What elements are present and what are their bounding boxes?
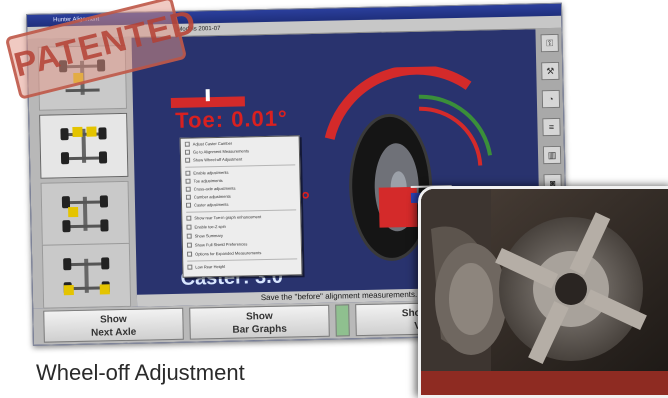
vehicle-thumbnail-2[interactable] — [39, 112, 129, 179]
button-label-line2: Bar Graphs — [232, 323, 288, 336]
vehicle-thumbnail-4[interactable] — [41, 242, 132, 309]
menu-item[interactable]: Cross-axle adjustments — [186, 184, 296, 192]
menu-item[interactable]: Go to Alignment Measurements — [185, 147, 295, 155]
menu-item[interactable]: Show Wheel-off Adjustment — [185, 155, 295, 163]
menu-separator — [185, 164, 296, 168]
menu-item[interactable]: Caster adjustments — [186, 200, 296, 208]
menu-item[interactable]: Camber adjustments — [186, 192, 296, 200]
list-icon[interactable]: ≡ — [542, 117, 561, 137]
menu-item[interactable]: Options for Expanded Measurements — [187, 249, 297, 257]
menu-item[interactable]: Adjust Caster Camber — [185, 139, 295, 147]
vehicle-icon — [60, 190, 111, 237]
menu-item[interactable]: Show Summary — [187, 231, 297, 239]
menu-item[interactable]: Low Rear Height — [187, 262, 297, 270]
toe-bar-marker — [205, 89, 210, 102]
wrench-icon[interactable]: ⚒ — [541, 61, 560, 81]
vehicle-thumbnail-3[interactable] — [40, 180, 130, 247]
chart-icon[interactable]: ▥ — [542, 145, 562, 165]
hub-photo-illustration — [421, 189, 668, 395]
gauge-icon[interactable]: ◔ — [541, 89, 561, 109]
toe-reading: Toe: 0.01° — [174, 105, 289, 133]
button-label-line2: Next Axle — [90, 326, 137, 339]
menu-item[interactable]: Show Full Shield Preferences — [187, 240, 297, 248]
menu-separator — [186, 209, 297, 213]
vehicle-icon — [58, 122, 109, 169]
show-bar-graphs-button[interactable]: Show Bar Graphs — [189, 304, 330, 340]
wheel-hub-photo — [418, 186, 668, 398]
caption-text: Wheel-off Adjustment — [36, 360, 245, 385]
context-menu: Adjust Caster Camber Go to Alignment Mea… — [179, 135, 303, 278]
vehicle-icon — [61, 252, 112, 299]
show-next-axle-button[interactable]: Show Next Axle — [43, 307, 184, 343]
menu-item[interactable]: Toe adjustments — [185, 176, 295, 184]
menu-item[interactable]: Show rear Toe-in graph enhancement — [186, 213, 296, 221]
menu-separator — [187, 258, 298, 262]
battery-icon — [335, 304, 350, 337]
menu-item[interactable]: Enable adjustments — [185, 168, 295, 176]
key-icon[interactable]: ⚿ — [540, 33, 559, 53]
menu-item[interactable]: Enable toe-Z spin — [186, 222, 296, 230]
